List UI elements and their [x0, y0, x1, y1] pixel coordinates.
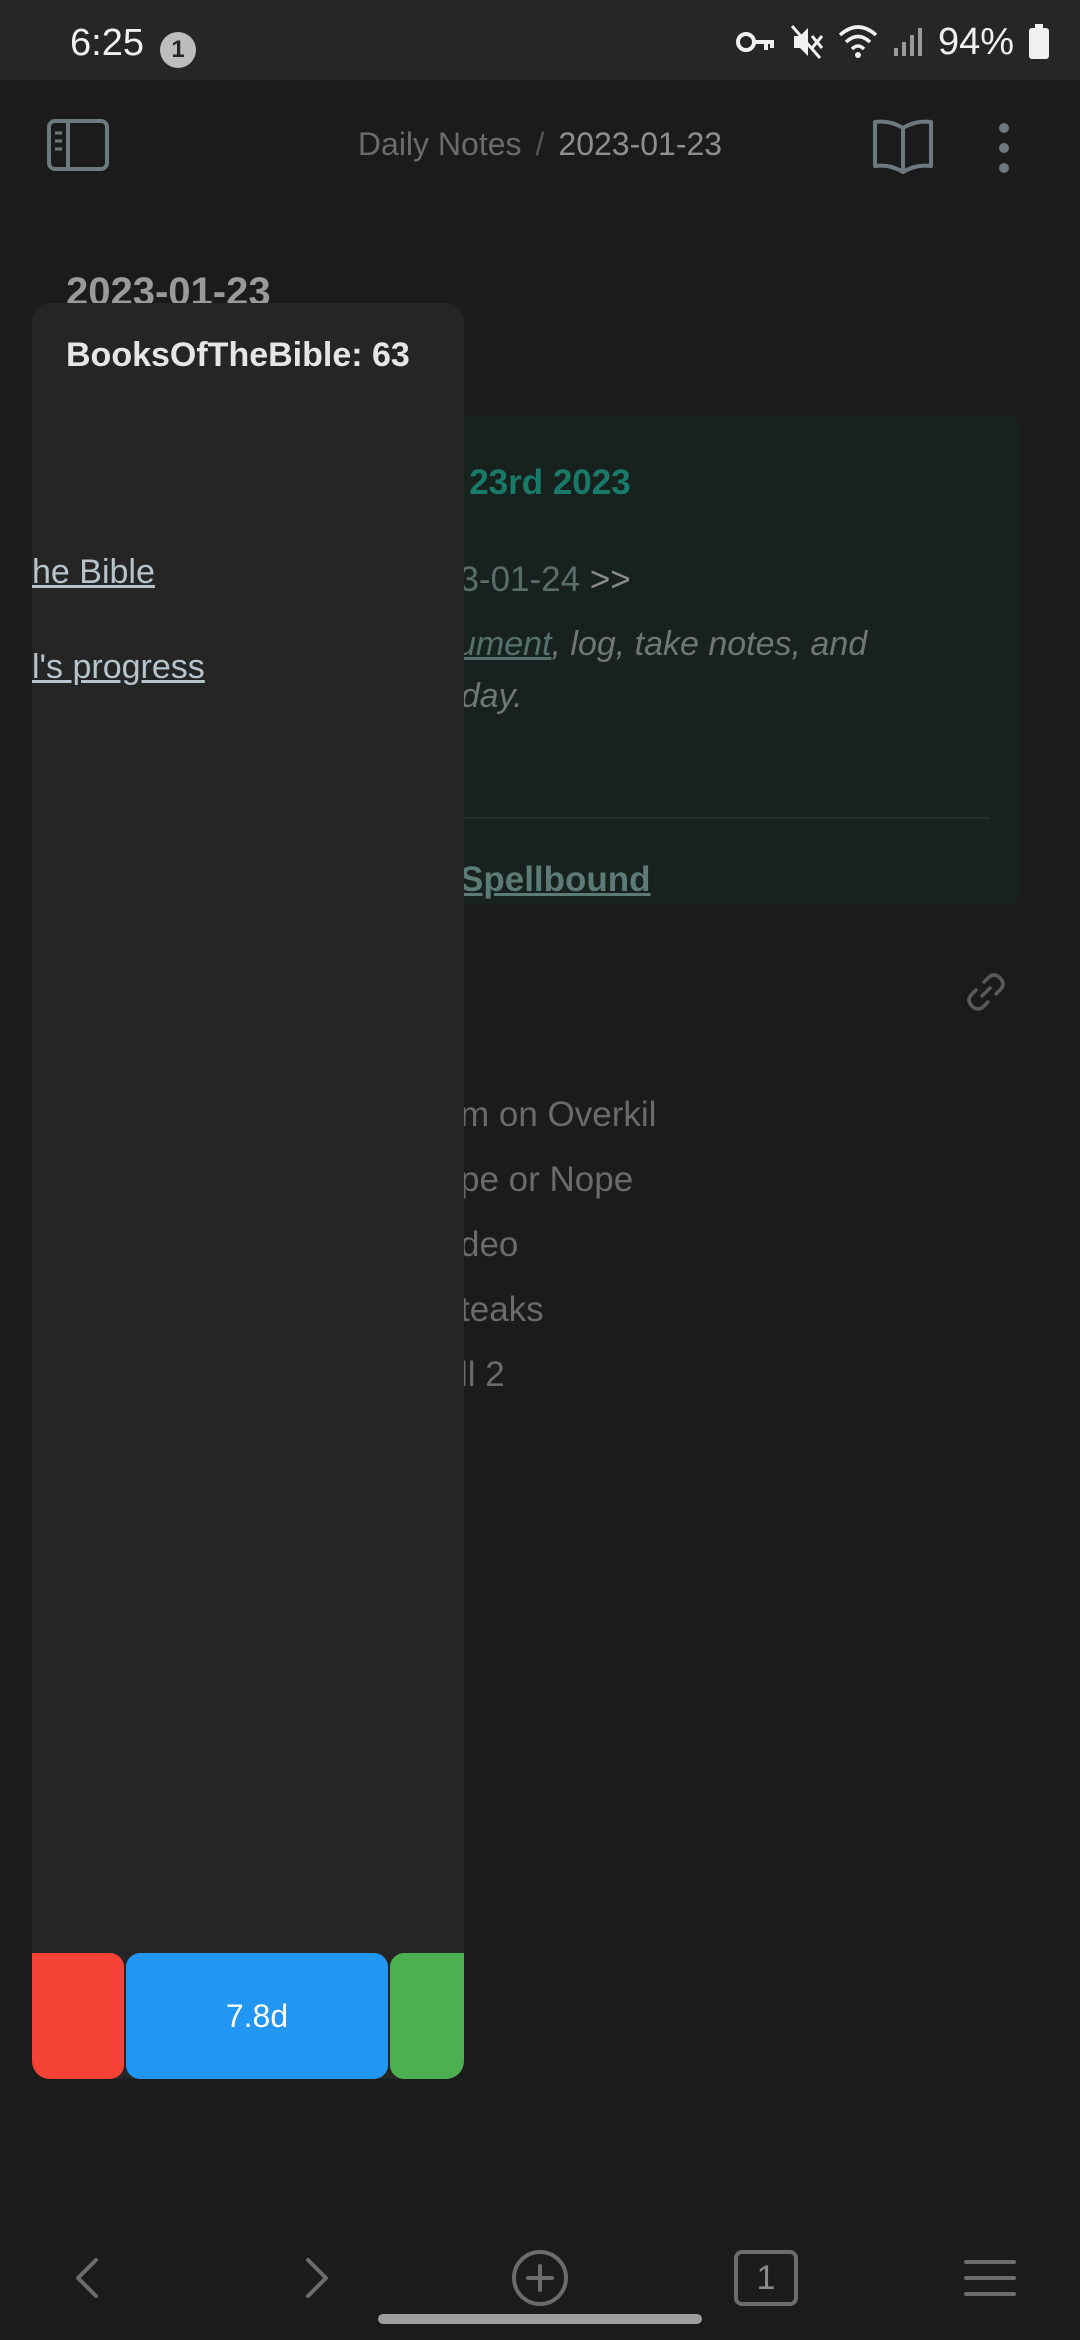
background-list: m on Overkil pe or Nope deo teaks ll 2	[460, 1082, 656, 1407]
tab-count: 1	[756, 2259, 776, 2297]
status-bar: 6:25 1 94%	[0, 0, 1080, 80]
mute-icon	[790, 25, 824, 59]
new-note-icon[interactable]	[500, 2242, 580, 2314]
again-button[interactable]	[32, 1953, 124, 2079]
callout-nav: 23-01-24 >>	[440, 560, 631, 600]
good-button[interactable]: 7.8d	[126, 1953, 388, 2079]
review-buttons: 7.8d	[32, 1953, 464, 2079]
status-time: 6:25	[70, 22, 144, 64]
home-indicator[interactable]	[378, 2314, 702, 2324]
wifi-icon	[838, 25, 878, 58]
callout-divider	[440, 817, 990, 819]
top-bar: Daily Notes / 2023-01-23	[0, 80, 1080, 210]
battery-percentage: 94%	[937, 20, 1014, 63]
breadcrumb-parent[interactable]: Daily Notes	[358, 126, 522, 162]
status-icons: 94%	[735, 20, 1050, 64]
list-item[interactable]: pe or Nope	[460, 1147, 656, 1212]
notification-count-badge: 1	[160, 32, 196, 68]
menu-icon[interactable]	[950, 2242, 1030, 2314]
bible-link[interactable]: he Bible	[32, 553, 155, 592]
forward-icon[interactable]	[274, 2242, 354, 2314]
link-icon[interactable]	[964, 970, 1008, 1014]
vpn-key-icon	[735, 32, 774, 52]
easy-button[interactable]	[390, 1953, 464, 2079]
tabs-button[interactable]: 1	[726, 2242, 806, 2314]
list-item[interactable]: teaks	[460, 1277, 656, 1342]
progress-link-text[interactable]: l's progress	[32, 648, 205, 686]
callout-body: cument, log, take notes, and r day.	[440, 618, 1000, 722]
callout-title: y 23rd 2023	[440, 463, 631, 502]
battery-icon	[1029, 24, 1049, 59]
next-day-arrow: >>	[589, 560, 631, 599]
callout-body-text: , log, take notes, and	[551, 625, 868, 663]
breadcrumb-separator: /	[535, 126, 545, 162]
more-options-icon[interactable]	[988, 118, 1020, 178]
list-item[interactable]: m on Overkil	[460, 1082, 656, 1147]
list-item[interactable]: deo	[460, 1212, 656, 1277]
daily-note-callout: y 23rd 2023 23-01-24 >> cument, log, tak…	[440, 415, 1018, 905]
books-popup-panel: BooksOfTheBible: 63 he Bible l's progres…	[32, 303, 464, 2079]
popup-title: BooksOfTheBible: 63	[66, 336, 410, 374]
reading-mode-icon[interactable]	[872, 116, 934, 176]
progress-link[interactable]: l's progress	[32, 648, 205, 687]
signal-icon	[893, 28, 922, 56]
spellbound-link[interactable]: Spellbound	[460, 860, 651, 900]
list-item[interactable]: ll 2	[460, 1342, 656, 1407]
back-icon[interactable]	[50, 2242, 130, 2314]
breadcrumb-current[interactable]: 2023-01-23	[558, 126, 722, 162]
bible-link-text[interactable]: he Bible	[32, 553, 155, 591]
app-container: Daily Notes / 2023-01-23 2023-01-23 y 23rd…	[0, 80, 1080, 2340]
